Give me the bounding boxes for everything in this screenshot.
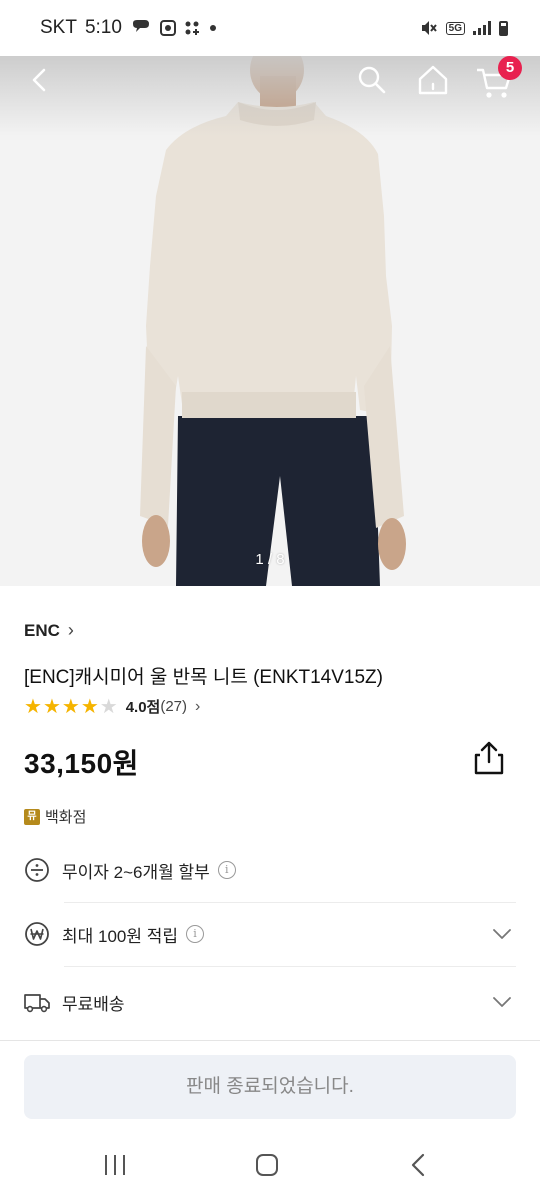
- store-label: 백화점: [45, 809, 87, 826]
- rating-score: 4.0점: [125, 699, 161, 716]
- won-icon: [25, 922, 49, 946]
- battery-icon: [499, 20, 508, 36]
- points-row[interactable]: 최대 100원 적립 i: [24, 902, 516, 966]
- star-rating: ★ ★ ★ ★ ★: [24, 697, 118, 717]
- top-navigation: [0, 52, 540, 108]
- divide-icon: [25, 858, 49, 882]
- product-price: 33,150원: [24, 748, 139, 779]
- home-icon[interactable]: [415, 62, 451, 98]
- network-5g-badge: 5G: [445, 21, 465, 35]
- clock: 5:10: [84, 17, 122, 38]
- sold-out-button[interactable]: 판매 종료되었습니다.: [24, 1055, 516, 1119]
- cart-count-badge: 5: [498, 56, 522, 80]
- store-type: 뮤 백화점: [24, 806, 86, 827]
- brand-link[interactable]: ENC ›: [24, 620, 74, 641]
- mute-icon: [421, 21, 437, 35]
- product-title: [ENC]캐시미어 울 반목 니트 (ENKT14V15Z): [24, 667, 383, 688]
- installment-row[interactable]: 무이자 2~6개월 할부 i: [24, 838, 516, 902]
- info-icon[interactable]: i: [186, 925, 205, 943]
- system-back-icon[interactable]: [406, 1152, 432, 1178]
- chevron-right-icon: ›: [67, 620, 74, 640]
- share-icon[interactable]: [472, 740, 506, 776]
- star-filled-icon: ★: [24, 695, 42, 718]
- search-icon[interactable]: [354, 62, 390, 98]
- back-arrow-icon[interactable]: [22, 62, 58, 98]
- divider: [64, 966, 516, 967]
- star-filled-icon: ★: [42, 695, 61, 718]
- app-square-icon: [159, 20, 176, 36]
- chevron-right-icon: ›: [195, 697, 201, 715]
- chat-bubble-icon: [132, 20, 149, 32]
- signal-icon: [473, 21, 491, 35]
- product-image[interactable]: [0, 46, 540, 586]
- brand-name: ENC: [24, 620, 60, 640]
- shipping-label: 무료배송: [62, 994, 125, 1014]
- rating-link[interactable]: ★ ★ ★ ★ ★ 4.0점 (27) ›: [24, 696, 200, 717]
- recent-apps-icon[interactable]: [100, 1152, 130, 1178]
- star-filled-icon: ★: [61, 695, 80, 718]
- carrier-label: SKT: [40, 17, 77, 38]
- status-bar: SKT 5:10 5G: [0, 0, 540, 56]
- bottom-divider: [0, 1040, 540, 1041]
- star-filled-icon: ★: [80, 695, 99, 718]
- points-label: 최대 100원 적립: [62, 926, 179, 946]
- department-store-icon: 뮤: [24, 808, 40, 825]
- installment-label: 무이자 2~6개월 할부: [62, 862, 210, 882]
- image-counter: 1 / 8: [255, 551, 285, 568]
- notification-dot-icon: [209, 25, 216, 31]
- system-navigation-bar: [0, 1130, 540, 1200]
- home-button-icon[interactable]: [254, 1152, 280, 1178]
- truck-icon: [24, 994, 50, 1013]
- chevron-down-icon[interactable]: [492, 924, 512, 944]
- info-icon[interactable]: i: [217, 861, 236, 879]
- review-count: (27): [160, 698, 188, 715]
- chevron-down-icon[interactable]: [492, 992, 512, 1012]
- dots-grid-icon: [185, 21, 199, 35]
- star-empty-icon: ★: [99, 695, 118, 718]
- shipping-row[interactable]: 무료배송: [24, 970, 516, 1034]
